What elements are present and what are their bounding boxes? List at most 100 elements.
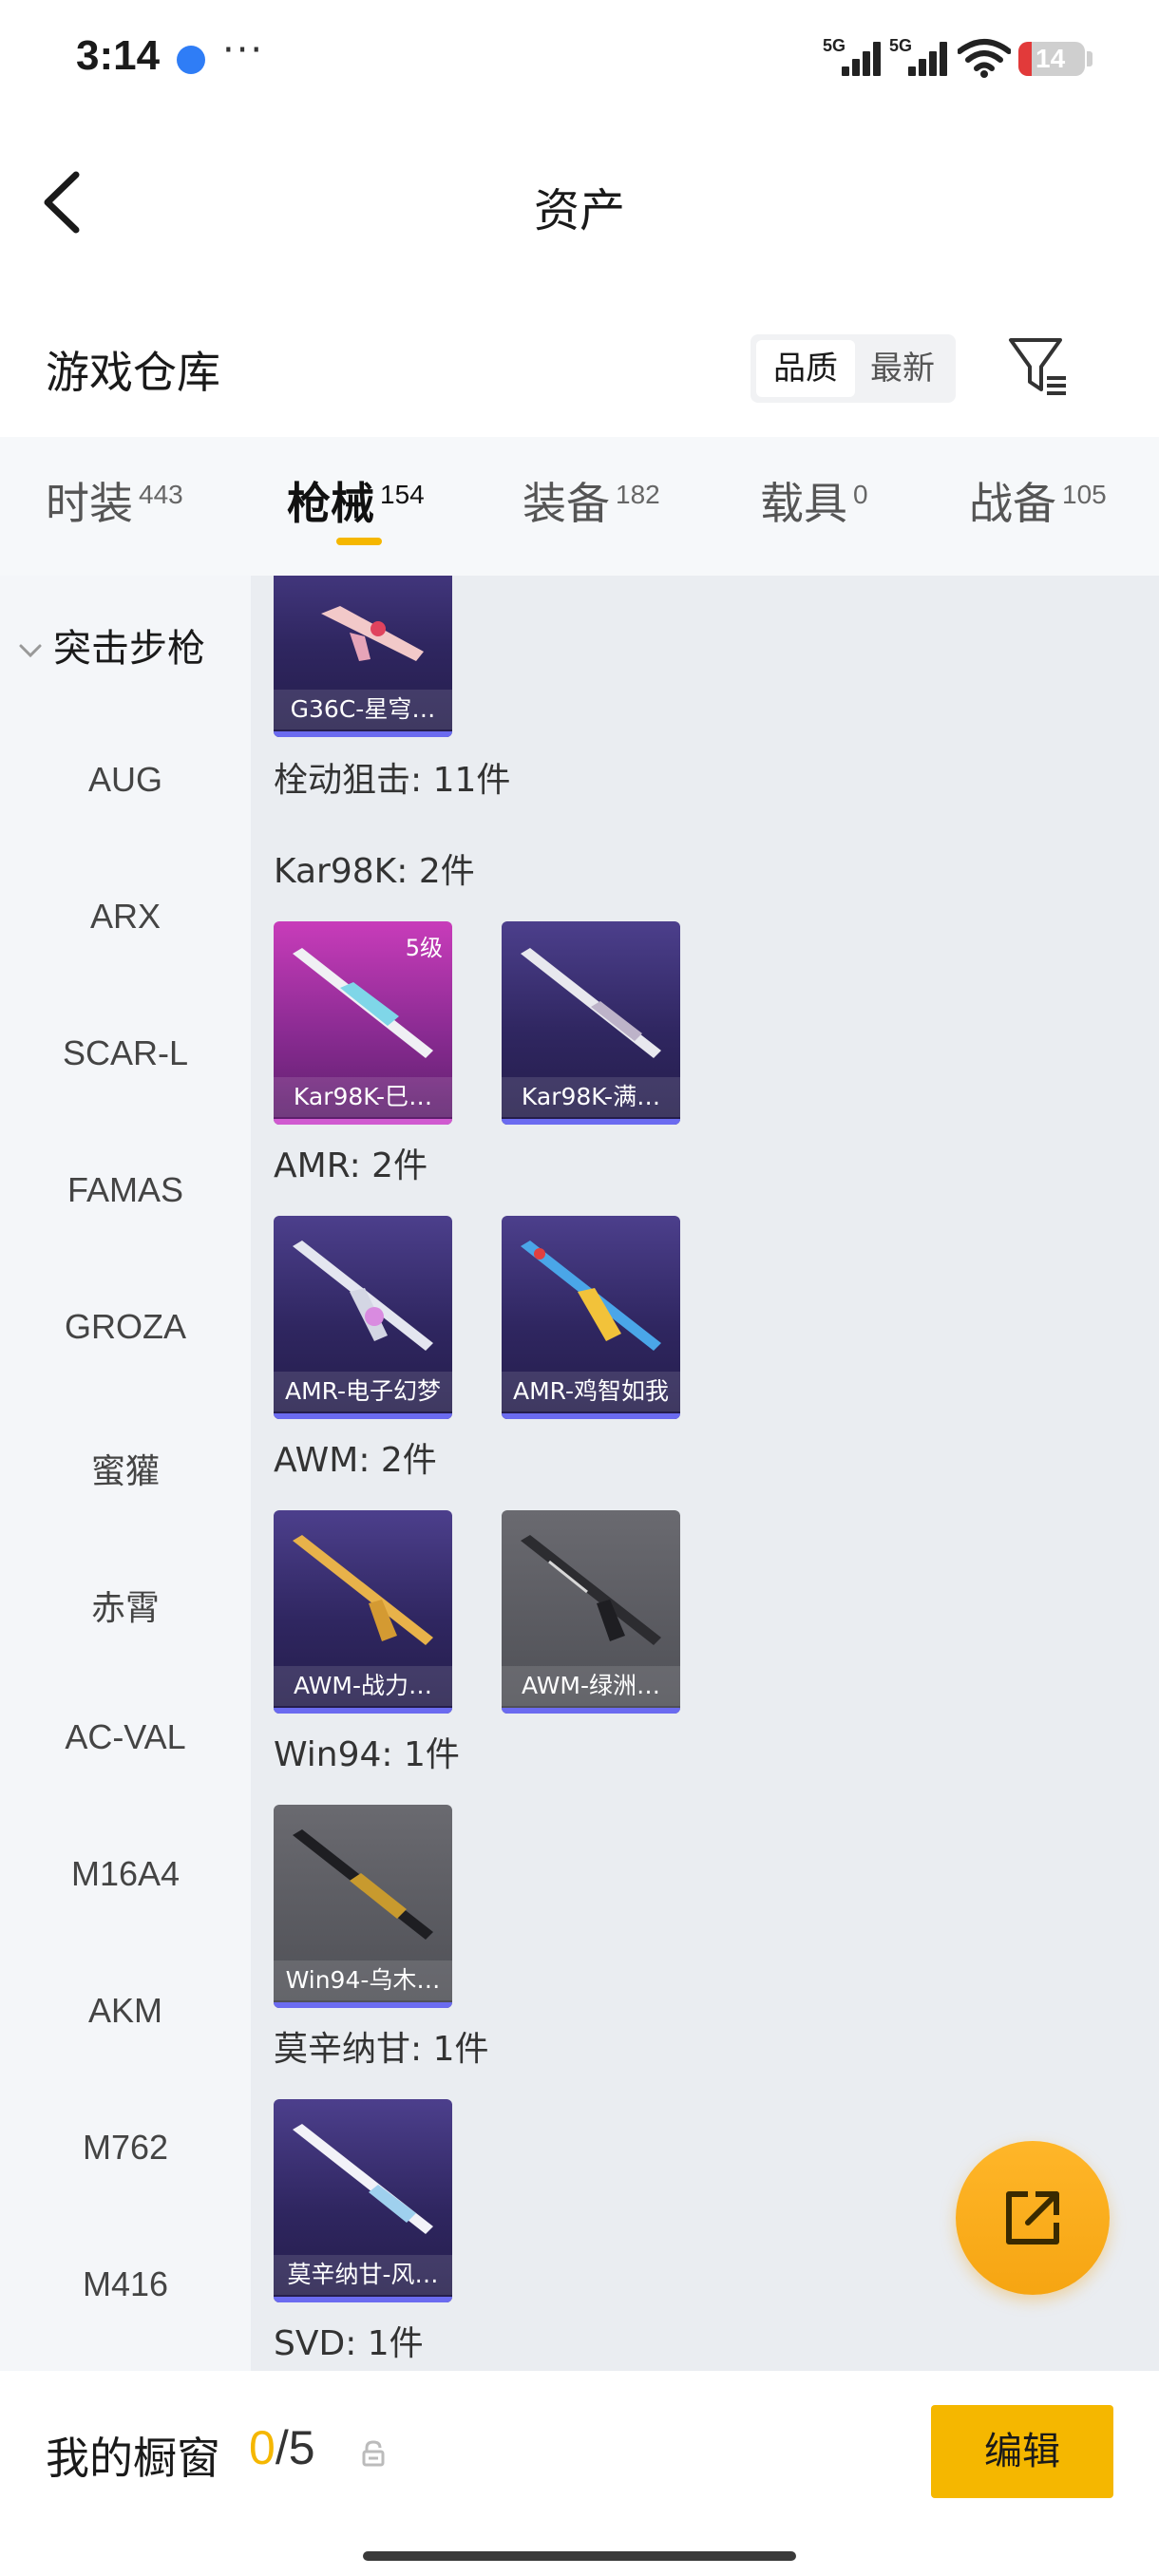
item-card[interactable]: AWM-绿洲…	[502, 1510, 680, 1714]
battery-level: 14	[1036, 44, 1066, 73]
rarity-bar	[502, 1708, 680, 1714]
rifle-icon	[321, 606, 424, 661]
item-name: 莫辛纳甘-风…	[274, 2255, 452, 2295]
sniper-rifle-icon	[293, 948, 433, 1058]
share-fab-button[interactable]	[956, 2141, 1110, 2295]
wifi-icon	[958, 39, 1011, 78]
item-name: Kar98K-满…	[502, 1077, 680, 1117]
category-tabs: 时装 443 枪械 154 装备 182 载具 0 战备 105	[0, 437, 1159, 576]
group-title: SVD: 1件	[274, 2324, 424, 2363]
group-title: 莫辛纳甘: 1件	[274, 2030, 489, 2069]
sort-quality-button[interactable]: 品质	[756, 340, 855, 397]
sidebar-item-groza[interactable]: GROZA	[0, 1307, 251, 1347]
chevron-down-icon	[19, 644, 42, 658]
item-card[interactable]: Win94-乌木…	[274, 1805, 452, 2008]
sniper-rifle-icon	[521, 1241, 661, 1351]
rarity-bar	[274, 1119, 452, 1125]
tab-label: 时装	[46, 478, 133, 529]
item-card[interactable]: AMR-鸡智如我	[502, 1216, 680, 1419]
category-sidebar: 突击步枪 AUG ARX SCAR-L FAMAS GROZA 蜜獾 赤霄 AC…	[0, 576, 251, 2371]
status-time: 3:14	[76, 32, 161, 79]
sidebar-item-m416[interactable]: M416	[0, 2264, 251, 2304]
tab-count: 182	[616, 480, 660, 509]
item-name: AWM-战力…	[274, 1666, 452, 1706]
item-card[interactable]: Kar98K-满…	[502, 921, 680, 1125]
tab-label: 装备	[522, 478, 610, 529]
status-more: ···	[222, 28, 265, 72]
item-card[interactable]: 莫辛纳甘-风…	[274, 2099, 452, 2302]
page-title: 资产	[533, 184, 625, 237]
rarity-bar	[274, 731, 452, 737]
rarity-bar	[502, 1119, 680, 1125]
sidebar-item-aug[interactable]: AUG	[0, 760, 251, 800]
tab-label: 战备	[969, 478, 1056, 529]
sidebar-item-chixiao[interactable]: 赤霄	[0, 1581, 251, 1630]
share-external-icon	[1006, 2191, 1059, 2245]
sidebar-item-famas[interactable]: FAMAS	[0, 1170, 251, 1210]
showcase-current: 0	[249, 2421, 276, 2474]
rarity-bar	[274, 1708, 452, 1714]
sidebar-item-arx[interactable]: ARX	[0, 897, 251, 937]
tab-equipment[interactable]: 装备 182	[522, 469, 660, 545]
tab-fashion[interactable]: 时装 443	[46, 469, 183, 545]
subcategory-title: 栓动狙击: 11件	[274, 761, 511, 800]
signal-label: 5G	[823, 36, 846, 55]
home-indicator[interactable]	[363, 2551, 796, 2561]
item-card[interactable]: AMR-电子幻梦	[274, 1216, 452, 1419]
sort-newest-button[interactable]: 最新	[853, 340, 952, 397]
tab-label: 枪械	[287, 478, 374, 529]
sidebar-item-m16a4[interactable]: M16A4	[0, 1854, 251, 1894]
item-card[interactable]: G36C-星穹…	[274, 576, 452, 737]
signal-icon: 5G	[823, 36, 881, 76]
rarity-bar	[274, 2297, 452, 2302]
active-tab-indicator	[336, 538, 382, 545]
item-name: Kar98K-巳…	[274, 1077, 452, 1117]
item-name: AMR-电子幻梦	[274, 1372, 452, 1411]
app-icon	[177, 46, 205, 74]
sidebar-item-scar-l[interactable]: SCAR-L	[0, 1033, 251, 1073]
showcase-separator: /	[275, 2421, 289, 2474]
sidebar-item-m762[interactable]: M762	[0, 2128, 251, 2168]
section-title: 游戏仓库	[46, 347, 220, 398]
sniper-rifle-icon	[293, 1829, 433, 1940]
status-bar: 3:14 ··· 5G 5G 14	[0, 0, 1159, 114]
edit-button[interactable]: 编辑	[931, 2405, 1113, 2498]
showcase-bar: 我的橱窗 0/5 编辑	[0, 2371, 1159, 2576]
item-name: G36C-星穹…	[274, 690, 452, 729]
sniper-rifle-icon	[521, 1535, 661, 1645]
tab-count: 105	[1062, 480, 1107, 509]
item-name: AWM-绿洲…	[502, 1666, 680, 1706]
tab-count: 443	[139, 480, 183, 509]
sniper-rifle-icon	[293, 1241, 433, 1351]
item-card[interactable]: AWM-战力…	[274, 1510, 452, 1714]
item-card[interactable]: 5级 Kar98K-巳…	[274, 921, 452, 1125]
sidebar-item-akm[interactable]: AKM	[0, 1991, 251, 2031]
group-title: Win94: 1件	[274, 1735, 460, 1774]
tab-supplies[interactable]: 战备 105	[969, 469, 1107, 545]
rarity-bar	[274, 1413, 452, 1419]
item-list: G36C-星穹… 栓动狙击: 11件 Kar98K: 2件 5级 Kar98K-…	[251, 576, 1159, 2371]
signal-label: 5G	[889, 36, 913, 55]
lock-icon	[362, 2440, 385, 2467]
sidebar-item-honey-badger[interactable]: 蜜獾	[0, 1444, 251, 1493]
item-name: Win94-乌木…	[274, 1960, 452, 2000]
sniper-rifle-icon	[293, 1535, 433, 1645]
sort-toggle[interactable]: 品质 最新	[750, 334, 956, 403]
tab-count: 154	[380, 480, 425, 509]
battery-tip	[1087, 51, 1092, 66]
tab-label: 载具	[760, 478, 847, 529]
category-header[interactable]: 突击步枪	[17, 617, 205, 672]
group-title: AWM: 2件	[274, 1441, 437, 1480]
sidebar-item-ac-val[interactable]: AC-VAL	[0, 1717, 251, 1757]
rarity-bar	[274, 2002, 452, 2008]
showcase-count: 0/5	[249, 2420, 315, 2475]
group-title: Kar98K: 2件	[274, 852, 475, 891]
showcase-label: 我的橱窗	[46, 2433, 220, 2484]
tab-guns[interactable]: 枪械 154	[287, 469, 425, 545]
group-title: AMR: 2件	[274, 1146, 428, 1185]
tab-vehicles[interactable]: 载具 0	[760, 469, 868, 545]
tab-count: 0	[853, 480, 868, 509]
sniper-rifle-icon	[293, 2124, 433, 2234]
category-header-label: 突击步枪	[53, 627, 205, 671]
filter-icon[interactable]	[1007, 334, 1072, 399]
